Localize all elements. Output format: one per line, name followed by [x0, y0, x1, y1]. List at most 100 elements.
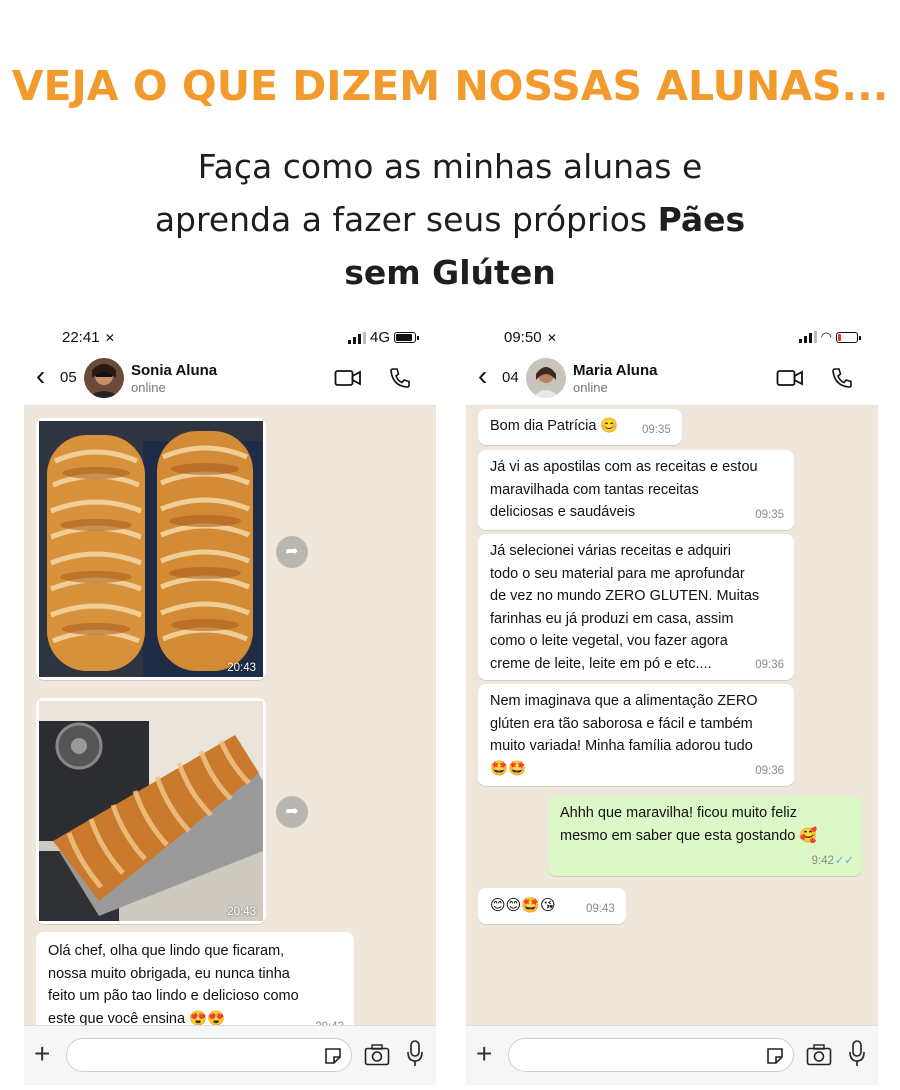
message-input-bar: + [466, 1025, 878, 1085]
message-line: Bom dia Patrícia 😊 [490, 418, 619, 434]
message-line: glúten era tão saborosa e fácil e também [490, 715, 753, 732]
read-receipt-icon: ✓✓ [834, 854, 854, 867]
message-line: farinhas eu já produzi em casa, assim [490, 610, 734, 627]
bell-off-icon: ✕ [101, 331, 115, 345]
message-line: maravilhada com tantas receitas [490, 481, 699, 498]
status-indicators: 4G [347, 329, 419, 346]
status-time: 09:50 ✕ [504, 329, 557, 346]
message-line: 😊😊🤩😘 [490, 896, 556, 914]
bread-pan-photo [39, 701, 263, 921]
signal-icon [347, 331, 366, 344]
subhead-line-3-bold: sem Glúten [344, 253, 556, 292]
message-time: 09:36 [755, 764, 784, 777]
video-call-icon[interactable] [776, 366, 804, 390]
image-message[interactable]: 20:43 [36, 698, 266, 924]
forward-icon[interactable]: ➦ [276, 536, 308, 568]
network-label: 4G [369, 329, 390, 346]
text-message[interactable]: Olá chef, olha que lindo que ficaram, no… [36, 932, 354, 1025]
text-message[interactable]: Já vi as apostilas com as receitas e est… [478, 450, 794, 530]
plus-icon[interactable]: + [476, 1040, 492, 1068]
status-time: 22:41 ✕ [62, 329, 115, 346]
text-message[interactable]: 😊😊🤩😘 09:43 [478, 888, 626, 924]
wifi-icon: ◠ [820, 329, 832, 344]
subhead-line-1: Faça como as minhas alunas e [197, 147, 703, 186]
unread-count[interactable]: 05 [60, 369, 77, 386]
message-time: 09:35 [642, 423, 671, 436]
status-bar: 22:41 ✕ 4G [24, 320, 436, 354]
signal-icon [798, 331, 817, 343]
message-input[interactable] [66, 1038, 352, 1072]
status-time-text: 22:41 [62, 329, 100, 346]
phone-icon[interactable] [388, 366, 412, 390]
avatar[interactable] [84, 358, 124, 398]
message-list: 20:43 ➦ 20:43 ➦ Olá chef, olha que lindo… [24, 406, 436, 1025]
battery-icon [394, 332, 419, 343]
message-line: 🤩🤩 [490, 760, 527, 777]
message-time: 9:42 [811, 854, 834, 867]
chevron-left-icon[interactable]: ‹ [478, 362, 487, 390]
subheadline: Faça como as minhas alunas e aprenda a f… [0, 140, 900, 299]
avatar[interactable] [526, 358, 566, 398]
chat-screenshot-sonia: 22:41 ✕ 4G ‹ 05 Sonia Aluna online 20:43… [24, 320, 436, 1085]
camera-icon[interactable] [806, 1044, 832, 1066]
subhead-line-2-text: aprenda a fazer seus próprios [154, 200, 658, 239]
text-message[interactable]: Já selecionei várias receitas e adquiri … [478, 534, 794, 680]
message-line: Nem imaginava que a alimentação ZERO [490, 693, 758, 709]
subhead-line-2: aprenda a fazer seus próprios Pães [0, 193, 900, 246]
image-message[interactable]: 20:43 [36, 418, 266, 680]
text-message[interactable]: Bom dia Patrícia 😊 09:35 [478, 409, 682, 445]
message-line: como o leite vegetal, vou fazer agora [490, 633, 728, 649]
message-line: mesmo em saber que esta gostando 🥰 [560, 827, 818, 844]
sticker-icon[interactable] [323, 1046, 343, 1066]
status-bar: 09:50 ✕ ◠ [466, 320, 878, 354]
outgoing-message[interactable]: Ahhh que maravilha! ficou muito feliz me… [548, 796, 862, 876]
status-indicators: ◠ [798, 329, 861, 345]
microphone-icon[interactable] [848, 1040, 866, 1068]
message-time: 20:43 [227, 662, 256, 674]
message-time: 20:43 [315, 1016, 344, 1026]
contact-status: online [573, 380, 608, 395]
message-time: 09:35 [755, 508, 784, 521]
battery-icon [836, 331, 861, 343]
message-line: este que você ensina 😍😍 [48, 1010, 226, 1026]
subhead-line-3: sem Glúten [0, 246, 900, 299]
headline: VEJA O QUE DIZEM NOSSAS ALUNAS... [11, 62, 889, 110]
message-line: Já vi as apostilas com as receitas e est… [490, 459, 758, 475]
microphone-icon[interactable] [406, 1040, 424, 1068]
message-line: creme de leite, leite em pó e etc.... [490, 655, 712, 672]
plus-icon[interactable]: + [34, 1040, 50, 1068]
chat-screenshot-maria: 09:50 ✕ ◠ ‹ 04 Maria Aluna online Bom di… [466, 320, 878, 1085]
status-time-text: 09:50 [504, 329, 542, 346]
contact-name[interactable]: Maria Aluna [573, 362, 657, 379]
contact-status: online [131, 380, 166, 395]
message-time: 09:36 [755, 658, 784, 671]
message-input-bar: + [24, 1025, 436, 1085]
message-time: 20:43 [227, 906, 256, 918]
message-line: nossa muito obrigada, eu nunca tinha [48, 965, 290, 982]
phone-icon[interactable] [830, 366, 854, 390]
text-message[interactable]: Nem imaginava que a alimentação ZERO glú… [478, 684, 794, 786]
video-call-icon[interactable] [334, 366, 362, 390]
message-line: Já selecionei várias receitas e adquiri [490, 543, 731, 559]
sticker-icon[interactable] [765, 1046, 785, 1066]
bread-photo [39, 421, 263, 677]
chat-header: ‹ 05 Sonia Aluna online [24, 354, 436, 406]
forward-icon[interactable]: ➦ [276, 796, 308, 828]
camera-icon[interactable] [364, 1044, 390, 1066]
bell-off-icon: ✕ [543, 331, 557, 345]
message-line: Olá chef, olha que lindo que ficaram, [48, 943, 285, 959]
chevron-left-icon[interactable]: ‹ [36, 362, 45, 390]
message-line: deliciosas e saudáveis [490, 504, 636, 520]
message-line: de vez no mundo ZERO GLUTEN. Muitas [490, 588, 760, 604]
contact-name[interactable]: Sonia Aluna [131, 362, 217, 379]
message-line: feito um pão tao lindo e delicioso como [48, 988, 299, 1004]
message-input[interactable] [508, 1038, 794, 1072]
message-time: 09:43 [586, 902, 615, 915]
unread-count[interactable]: 04 [502, 369, 519, 386]
message-list: Bom dia Patrícia 😊 09:35 Já vi as aposti… [466, 406, 878, 1025]
message-line: muito variada! Minha família adorou tudo [490, 738, 753, 754]
subhead-line-2-bold: Pães [657, 200, 746, 239]
message-line: Ahhh que maravilha! ficou muito feliz [560, 805, 797, 821]
chat-header: ‹ 04 Maria Aluna online [466, 354, 878, 406]
message-line: todo o seu material para me aprofundar [490, 565, 745, 582]
